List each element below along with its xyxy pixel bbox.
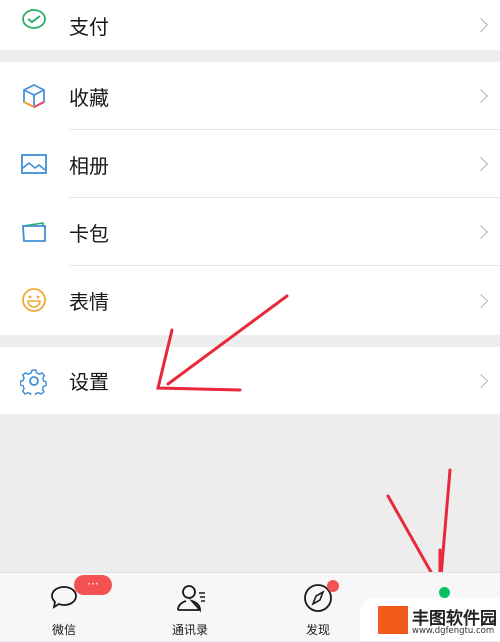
- tab-label: 发现: [305, 623, 330, 637]
- unread-badge: ···: [74, 575, 112, 595]
- tab-discover[interactable]: 发现: [278, 573, 358, 642]
- me-tab-dot: [439, 587, 450, 598]
- annotation-arrows: [156, 294, 452, 594]
- tab-chats[interactable]: ··· 微信: [24, 573, 112, 642]
- tab-label: 通讯录: [171, 623, 208, 637]
- tab-contacts[interactable]: 通讯录: [150, 573, 230, 642]
- contacts-icon: [177, 585, 205, 613]
- watermark-logo-icon: [378, 606, 408, 634]
- new-dot-badge: [327, 580, 339, 592]
- watermark: 丰图软件园 www.dgfengtu.com: [360, 598, 500, 641]
- watermark-url: www.dgfengtu.com: [412, 626, 495, 636]
- tab-label: 微信: [51, 623, 76, 637]
